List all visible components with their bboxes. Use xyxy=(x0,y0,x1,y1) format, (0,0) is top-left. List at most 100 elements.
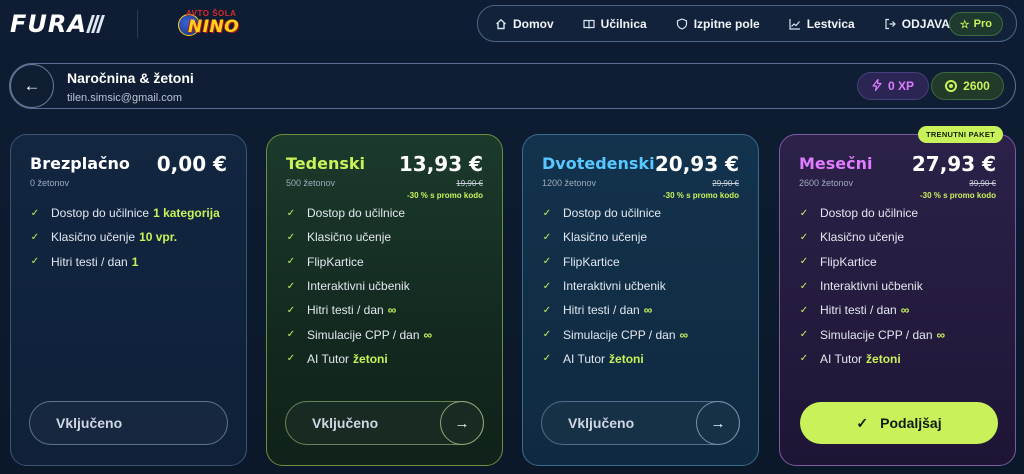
check-icon: ✓ xyxy=(799,207,809,219)
old-price: 29,90 € xyxy=(712,179,739,188)
feature-item: ✓ FlipKartice xyxy=(286,250,432,274)
home-icon xyxy=(495,18,507,30)
promo-text: -30 % s promo kodo xyxy=(406,191,483,200)
feature-item: ✓ Hitri testi / dan 1 xyxy=(30,250,220,274)
nav-item-izpitne-pole[interactable]: Izpitne pole xyxy=(676,17,760,31)
plan-name: Mesečni xyxy=(799,154,873,173)
check-icon: ✓ xyxy=(856,414,869,431)
check-icon: ✓ xyxy=(286,280,296,292)
check-icon: ✓ xyxy=(799,280,809,292)
feature-text: AI Tutor xyxy=(820,351,863,366)
shield-icon xyxy=(676,17,688,30)
check-icon: ✓ xyxy=(286,353,296,365)
nav-label: Izpitne pole xyxy=(693,16,760,31)
check-icon: ✓ xyxy=(286,207,296,219)
feature-highlight: žetoni xyxy=(353,351,388,366)
nav-item-odjava[interactable]: ODJAVA xyxy=(884,17,950,31)
feature-text: Hitri testi / dan xyxy=(51,254,128,269)
feature-item: ✓ Hitri testi / dan ∞ xyxy=(799,298,945,322)
feature-item: ✓ Simulacije CPP / dan ∞ xyxy=(799,322,945,346)
feature-text: Hitri testi / dan xyxy=(820,303,897,318)
plan-price: 27,93 € xyxy=(911,152,996,176)
current-plan-badge: TRENUTNI PAKET xyxy=(917,126,1003,143)
plan-name: Brezplačno xyxy=(30,154,130,173)
feature-item: ✓ Klasično učenje xyxy=(286,225,432,249)
feature-highlight: ∞ xyxy=(643,303,653,318)
feature-item: ✓ Interaktivni učbenik xyxy=(799,274,945,298)
logo-bars-icon xyxy=(86,15,105,33)
page-title: Naročnina & žetoni xyxy=(67,70,194,86)
plan-tokens: 1200 žetonov xyxy=(542,178,597,188)
feature-highlight: ∞ xyxy=(387,303,397,318)
coin-badge[interactable]: 2600 xyxy=(931,72,1004,100)
plan-card-brezplacno: Brezplačno 0 žetonov 0,00 € ✓ Dostop do u… xyxy=(10,134,247,466)
feature-item: ✓ Interaktivni učbenik xyxy=(542,274,688,298)
school-logo-name: NINO xyxy=(188,17,240,37)
nav-label: Domov xyxy=(513,16,554,31)
check-icon: ✓ xyxy=(30,207,40,219)
feature-text: Klasično učenje xyxy=(563,230,648,245)
back-button[interactable]: ← xyxy=(10,64,54,108)
feature-highlight: ∞ xyxy=(936,327,946,342)
renew-button[interactable]: ✓ Podaljšaj xyxy=(800,402,998,444)
feature-item: ✓ AI Tutor žetoni xyxy=(286,347,432,371)
chart-icon xyxy=(789,18,801,30)
plan-card-dvotedenski: Dvotedenski 1200 žetonov 20,93 € 29,90 €… xyxy=(522,134,759,466)
feature-item: ✓ Dostop do učilnice xyxy=(542,201,688,225)
arrow-right-icon[interactable]: → xyxy=(440,401,484,445)
nav-item-domov[interactable]: Domov xyxy=(495,17,554,31)
feature-item: ✓ Simulacije CPP / dan ∞ xyxy=(542,322,688,346)
feature-text: FlipKartice xyxy=(563,254,620,269)
plan-tokens: 2600 žetonov xyxy=(799,178,854,188)
driving-school-logo: AVTO ŠOLA NINO xyxy=(178,8,240,40)
feature-item: ✓ Klasično učenje xyxy=(542,225,688,249)
arrow-right-icon[interactable]: → xyxy=(696,401,740,445)
promo-text: -30 % s promo kodo xyxy=(919,191,996,200)
feature-item: ✓ Klasično učenje 10 vpr. xyxy=(30,225,220,249)
feature-item: ✓ FlipKartice xyxy=(542,250,688,274)
logo-text: FURA xyxy=(10,10,87,38)
feature-text: Dostop do učilnice xyxy=(51,206,150,221)
feature-text: Interaktivni učbenik xyxy=(820,279,923,294)
check-icon: ✓ xyxy=(542,280,552,292)
coin-value: 2600 xyxy=(963,79,990,93)
nav-item-lestvica[interactable]: Lestvica xyxy=(789,17,855,31)
coin-icon xyxy=(945,80,958,92)
button-label: Vključeno xyxy=(312,415,379,431)
pro-badge[interactable]: ☆ Pro xyxy=(948,12,1003,36)
feature-item: ✓ AI Tutor žetoni xyxy=(799,347,945,371)
check-icon: ✓ xyxy=(30,256,40,268)
feature-text: AI Tutor xyxy=(563,351,606,366)
feature-highlight: ∞ xyxy=(900,303,910,318)
fura-logo[interactable]: FURA xyxy=(10,10,105,38)
feature-list: ✓ Dostop do učilnice ✓ Klasično učenje ✓ Fl… xyxy=(542,201,688,371)
main-nav: Domov Učilnica Izpitne pole Lestvica ODJ… xyxy=(477,5,1017,42)
plan-tokens: 500 žetonov xyxy=(286,178,336,188)
included-button[interactable]: Vključeno → xyxy=(285,401,484,445)
plan-card-mesecni: TRENUTNI PAKET Mesečni 2600 žetonov 27,9… xyxy=(779,126,1016,466)
included-button[interactable]: Vključeno → xyxy=(541,401,740,445)
user-email: tilen.simsic@gmail.com xyxy=(67,92,183,104)
check-icon: ✓ xyxy=(799,329,809,341)
feature-text: Simulacije CPP / dan xyxy=(307,327,420,342)
subscription-header: ← Naročnina & žetoni tilen.simsic@gmail.… xyxy=(9,63,1016,109)
lightning-icon xyxy=(872,78,882,94)
feature-item: ✓ Hitri testi / dan ∞ xyxy=(542,298,688,322)
included-button[interactable]: Vključeno xyxy=(29,401,228,445)
feature-text: AI Tutor xyxy=(307,351,350,366)
feature-item: ✓ Hitri testi / dan ∞ xyxy=(286,298,432,322)
feature-text: Hitri testi / dan xyxy=(563,303,640,318)
divider xyxy=(137,10,138,38)
feature-item: ✓ AI Tutor žetoni xyxy=(542,347,688,371)
check-icon: ✓ xyxy=(799,353,809,365)
feature-text: Klasično učenje xyxy=(51,230,136,245)
xp-badge[interactable]: 0 XP xyxy=(857,72,929,100)
check-icon: ✓ xyxy=(542,304,552,316)
button-label: Vključeno xyxy=(56,415,123,431)
feature-text: Interaktivni učbenik xyxy=(563,279,666,294)
nav-item-ucilnica[interactable]: Učilnica xyxy=(583,17,647,31)
feature-list: ✓ Dostop do učilnice ✓ Klasično učenje ✓ Fl… xyxy=(799,201,945,371)
plan-price: 20,93 € xyxy=(654,152,739,176)
feature-item: ✓ FlipKartice xyxy=(799,250,945,274)
plan-name: Dvotedenski xyxy=(542,154,655,173)
